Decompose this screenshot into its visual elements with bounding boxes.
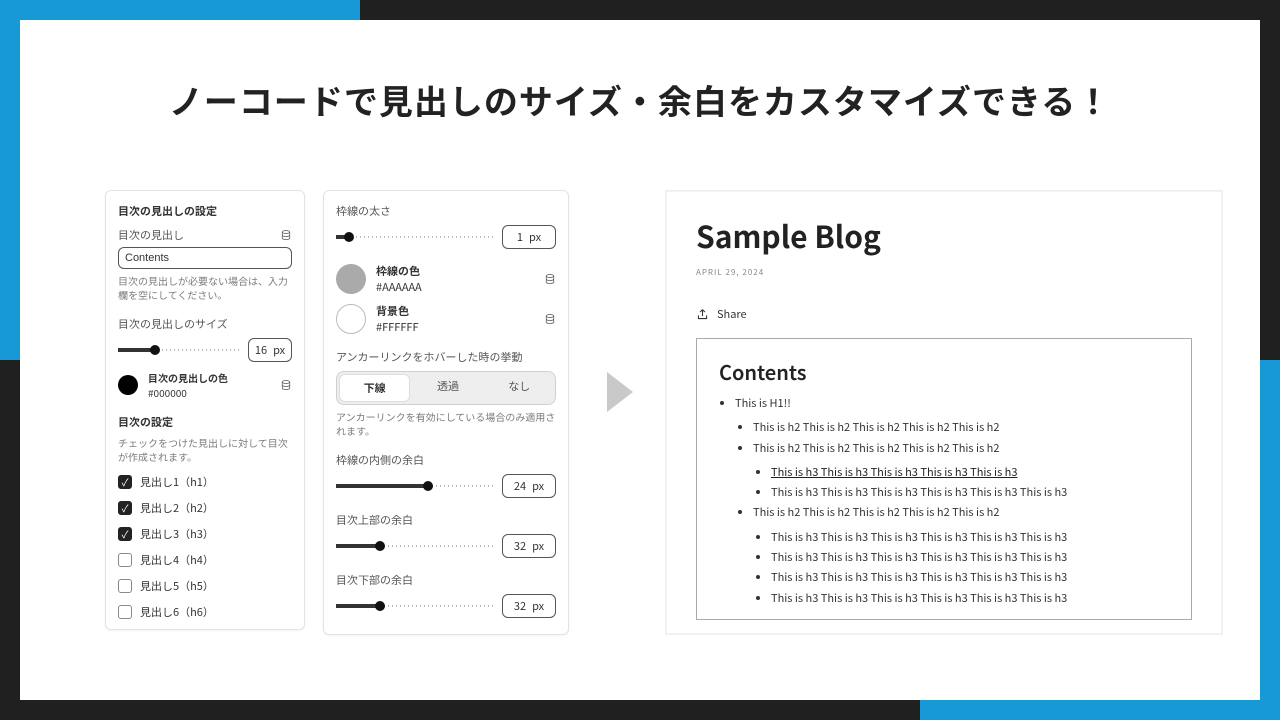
hover-option-transparent[interactable]: 透過 — [412, 372, 483, 404]
heading-checkbox-row[interactable]: 見出し6（h6） — [118, 604, 292, 620]
checkbox-label: 見出し3（h3） — [140, 526, 214, 542]
toc-item-h3[interactable]: This is h3 This is h3 This is h3 This is… — [771, 485, 1169, 499]
toc-item-h1[interactable]: This is H1!! — [735, 396, 1169, 410]
database-icon[interactable] — [544, 313, 556, 325]
bg-color-value: #FFFFFF — [376, 319, 534, 335]
bg-color-label: 背景色 — [376, 303, 534, 319]
checkbox[interactable] — [118, 501, 132, 515]
heading-color-swatch[interactable] — [118, 375, 138, 395]
blog-preview: Sample Blog APRIL 29, 2024 Share Content… — [665, 190, 1223, 635]
hover-behavior-label: アンカーリンクをホバーした時の挙動 — [336, 349, 556, 365]
toc-item-h2[interactable]: This is h2 This is h2 This is h2 This is… — [753, 441, 1169, 455]
checkbox-label: 見出し2（h2） — [140, 500, 214, 516]
border-color-value: #AAAAAA — [376, 279, 534, 295]
checkbox[interactable] — [118, 475, 132, 489]
top-margin-label: 目次上部の余白 — [336, 512, 556, 528]
bottom-margin-value[interactable]: 32px — [502, 594, 556, 618]
heading-checkbox-row[interactable]: 見出し5（h5） — [118, 578, 292, 594]
top-margin-value[interactable]: 32px — [502, 534, 556, 558]
arrow-right-icon — [605, 370, 635, 414]
toc-item-h3[interactable]: This is h3 This is h3 This is h3 This is… — [771, 591, 1169, 605]
checkbox-label: 見出し1（h1） — [140, 474, 214, 490]
database-icon[interactable] — [280, 229, 292, 241]
checkbox-label: 見出し6（h6） — [140, 604, 214, 620]
border-width-value[interactable]: 1px — [502, 225, 556, 249]
toc-item-h3[interactable]: This is h3 This is h3 This is h3 This is… — [771, 550, 1169, 564]
heading-size-value[interactable]: 16px — [248, 338, 292, 362]
checkbox[interactable] — [118, 527, 132, 541]
border-width-label: 枠線の太さ — [336, 203, 556, 219]
blog-date: APRIL 29, 2024 — [696, 267, 1192, 278]
heading-checkbox-row[interactable]: 見出し2（h2） — [118, 500, 292, 516]
heading-checkbox-row[interactable]: 見出し3（h3） — [118, 526, 292, 542]
inner-padding-slider[interactable] — [336, 479, 494, 493]
heading-size-slider[interactable] — [118, 343, 240, 357]
hover-behavior-segmented[interactable]: 下線 透過 なし — [336, 371, 556, 405]
hover-option-underline[interactable]: 下線 — [339, 374, 410, 402]
heading-input[interactable] — [118, 247, 292, 269]
panel-title: 目次の見出しの設定 — [118, 203, 292, 219]
toc-item-h3[interactable]: This is h3 This is h3 This is h3 This is… — [771, 465, 1169, 479]
inner-padding-value[interactable]: 24px — [502, 474, 556, 498]
heading-checkbox-row[interactable]: 見出し1（h1） — [118, 474, 292, 490]
border-color-swatch[interactable] — [336, 264, 366, 294]
toc-item-h3[interactable]: This is h3 This is h3 This is h3 This is… — [771, 570, 1169, 584]
database-icon[interactable] — [544, 273, 556, 285]
share-label: Share — [717, 306, 747, 322]
hover-help: アンカーリンクを有効にしている場合のみ適用されます。 — [336, 410, 556, 438]
checkbox[interactable] — [118, 553, 132, 567]
toc-title: Contents — [719, 357, 1169, 386]
settings-panel-heading: 目次の見出しの設定 目次の見出し 目次の見出しが必要ない場合は、入力欄を空にして… — [105, 190, 305, 630]
inner-padding-label: 枠線の内側の余白 — [336, 452, 556, 468]
hover-option-none[interactable]: なし — [484, 372, 555, 404]
bottom-margin-slider[interactable] — [336, 599, 494, 613]
checkbox[interactable] — [118, 579, 132, 593]
checkbox-label: 見出し5（h5） — [140, 578, 214, 594]
heading-size-label: 目次の見出しのサイズ — [118, 316, 292, 332]
blog-title: Sample Blog — [696, 213, 1192, 257]
heading-help: 目次の見出しが必要ない場合は、入力欄を空にしてください。 — [118, 274, 292, 302]
top-margin-slider[interactable] — [336, 539, 494, 553]
toc-item-h2[interactable]: This is h2 This is h2 This is h2 This is… — [753, 420, 1169, 434]
page-headline: ノーコードで見出しのサイズ・余白をカスタマイズできる！ — [20, 75, 1260, 124]
border-width-slider[interactable] — [336, 230, 494, 244]
checkbox-label: 見出し4（h4） — [140, 552, 214, 568]
heading-label: 目次の見出し — [118, 227, 184, 243]
toc-settings-title: 目次の設定 — [118, 414, 292, 430]
bg-color-swatch[interactable] — [336, 304, 366, 334]
border-color-label: 枠線の色 — [376, 263, 534, 279]
share-icon — [696, 308, 709, 321]
share-button[interactable]: Share — [696, 306, 1192, 322]
toc-item-h3[interactable]: This is h3 This is h3 This is h3 This is… — [771, 530, 1169, 544]
heading-color-value: #000000 — [148, 385, 270, 400]
checkbox[interactable] — [118, 605, 132, 619]
toc-box: Contents This is H1!! This is h2 This is… — [696, 338, 1192, 620]
bottom-margin-label: 目次下部の余白 — [336, 572, 556, 588]
heading-color-label: 目次の見出しの色 — [148, 370, 270, 385]
settings-panel-box: 枠線の太さ 1px 枠線の色 #AAAAAA — [323, 190, 569, 635]
toc-item-h2[interactable]: This is h2 This is h2 This is h2 This is… — [753, 505, 1169, 519]
database-icon[interactable] — [280, 379, 292, 391]
toc-settings-help: チェックをつけた見出しに対して目次が作成されます。 — [118, 436, 292, 464]
heading-checkbox-row[interactable]: 見出し4（h4） — [118, 552, 292, 568]
